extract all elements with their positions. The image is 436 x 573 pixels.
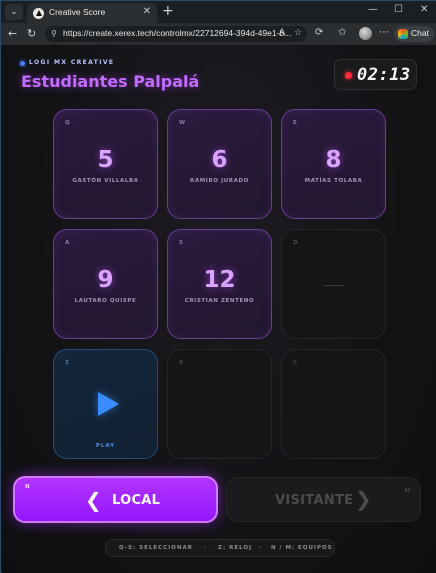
address-bar[interactable]: ⚲ https://create.xerex.tech/controlmx/22… <box>45 26 307 42</box>
close-window-button[interactable]: ✕ <box>420 4 428 15</box>
cell-key: S <box>179 240 183 246</box>
button-key: M <box>404 488 410 494</box>
timer-value: 02:13 <box>357 65 411 85</box>
play-icon <box>98 392 119 416</box>
recording-dot-icon <box>345 72 352 79</box>
player-name: CRISTIAN ZENTENO <box>184 298 255 304</box>
brand-label: LOGI MX CREATIVE <box>29 59 115 66</box>
player-number: 8 <box>325 147 342 173</box>
keyboard-hints: Q-S: SELECCIONAR · Z: RELOJ · N / M: EQU… <box>105 539 335 557</box>
visitante-team-button[interactable]: VISITANTE ❯ M <box>226 477 421 522</box>
player-number: 5 <box>97 147 114 173</box>
empty-cell-c[interactable]: C <box>281 349 386 459</box>
local-team-button[interactable]: N ❮ LOCAL <box>13 476 218 523</box>
minimize-button[interactable]: — <box>368 4 378 15</box>
player-name: RAMIRO JURADO <box>190 178 249 184</box>
hint-teams: N / M: EQUIPOS <box>271 545 333 551</box>
tab-title: Creative Score <box>49 7 106 17</box>
hint-separator: · <box>204 545 208 551</box>
button-key: N <box>25 484 30 490</box>
player-number: 9 <box>97 267 114 293</box>
player-number: 6 <box>211 147 228 173</box>
player-cell-e[interactable]: E 8 MATÍAS TOLABA <box>281 109 386 219</box>
copilot-chat-button[interactable]: Chat <box>394 26 434 42</box>
tab-favicon-icon <box>33 8 44 19</box>
visitante-label: VISITANTE <box>275 493 354 508</box>
favorite-star-icon[interactable]: ☆ <box>294 28 302 38</box>
close-tab-icon[interactable]: ✕ <box>143 6 151 17</box>
player-cell-q[interactable]: Q 5 GASTÓN VILLALBA <box>53 109 158 219</box>
chat-label: Chat <box>411 28 429 38</box>
site-info-icon[interactable]: ⚲ <box>51 29 57 38</box>
url-text[interactable]: https://create.xerex.tech/controlmx/2271… <box>63 28 291 38</box>
translate-icon[interactable]: A <box>279 28 285 38</box>
player-number: 12 <box>203 267 236 293</box>
cell-key: D <box>293 240 298 246</box>
local-label: LOCAL <box>112 493 161 508</box>
brand-dot-icon <box>20 61 25 66</box>
cell-key: C <box>293 360 298 366</box>
empty-cell-x[interactable]: X <box>167 349 272 459</box>
empty-dash <box>324 285 344 286</box>
match-timer[interactable]: 02:13 <box>334 59 417 90</box>
player-name: GASTÓN VILLALBA <box>72 178 139 184</box>
play-label: PLAY <box>95 443 116 449</box>
tab-bar: ⌄ Creative Score ✕ + — ☐ ✕ <box>1 1 436 23</box>
player-cell-a[interactable]: A 9 LAUTARO QUISPE <box>53 229 158 339</box>
play-clock-cell-z[interactable]: Z PLAY <box>53 349 158 459</box>
tab-list-button[interactable]: ⌄ <box>5 4 23 20</box>
cell-key: E <box>293 120 297 126</box>
cell-key: Q <box>65 120 70 126</box>
extensions-icon[interactable]: ⟳ <box>315 27 323 38</box>
chevron-right-icon: ❯ <box>355 487 372 511</box>
back-arrow-icon[interactable]: ← <box>8 27 17 40</box>
cell-key: A <box>65 240 70 246</box>
profile-avatar[interactable] <box>359 27 372 40</box>
browser-window: ⌄ Creative Score ✕ + — ☐ ✕ ← ↻ ⚲ https:/… <box>0 0 436 573</box>
reload-icon[interactable]: ↻ <box>27 27 36 40</box>
hint-clock: Z: RELOJ <box>218 545 253 551</box>
team-title: Estudiantes Palpalá <box>21 72 200 91</box>
player-cell-d[interactable]: D <box>281 229 386 339</box>
hint-separator: · <box>259 545 263 551</box>
hint-select: Q-S: SELECCIONAR <box>119 545 194 551</box>
player-cell-s[interactable]: S 12 CRISTIAN ZENTENO <box>167 229 272 339</box>
copilot-logo-icon <box>398 29 408 39</box>
scoreboard-app: LOGI MX CREATIVE Estudiantes Palpalá 02:… <box>2 45 436 573</box>
chevron-left-icon: ❮ <box>85 488 102 512</box>
address-toolbar: ← ↻ ⚲ https://create.xerex.tech/controlm… <box>1 23 436 45</box>
browser-tab[interactable]: Creative Score ✕ <box>27 3 157 23</box>
new-tab-button[interactable]: + <box>162 3 174 19</box>
player-name: MATÍAS TOLABA <box>304 178 363 184</box>
collections-icon[interactable]: ✩ <box>338 27 346 38</box>
more-options-icon[interactable]: ⋯ <box>379 27 389 38</box>
player-cell-w[interactable]: W 6 RAMIRO JURADO <box>167 109 272 219</box>
player-name: LAUTARO QUISPE <box>74 298 137 304</box>
maximize-button[interactable]: ☐ <box>394 4 403 15</box>
cell-key: W <box>179 120 186 126</box>
cell-key: X <box>179 360 184 366</box>
cell-key: Z <box>65 360 69 366</box>
